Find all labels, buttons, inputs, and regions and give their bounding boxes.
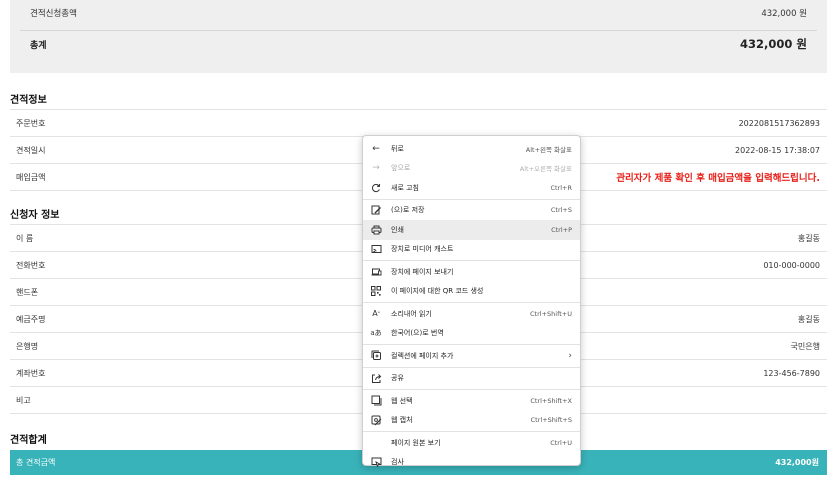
menu-item-label: 한국어(으)로 번역	[391, 329, 444, 338]
menu-item-label: 이 페이지에 대한 QR 코드 생성	[391, 287, 484, 296]
request-total-value: 432,000 원	[761, 9, 807, 19]
estimate-total-label: 총 견적금액	[16, 458, 56, 467]
menu-item-label: 장치에 페이지 보내기	[391, 267, 454, 276]
share-icon	[369, 372, 383, 384]
estimate-date-label: 견적일시	[16, 145, 46, 155]
account-holder-label: 예금주명	[16, 314, 46, 324]
estimate-date-value: 2022-08-15 17:38:07	[735, 145, 820, 155]
menu-item-label: 웹 캡처	[391, 416, 413, 425]
account-number-value: 123-456-7890	[763, 368, 820, 378]
menu-item-save-as[interactable]: (으)로 저장 Ctrl+S	[363, 201, 580, 221]
bank-name-label: 은행명	[16, 341, 39, 351]
translate-icon: aあ	[370, 329, 382, 338]
save-as-icon	[369, 204, 383, 216]
estimate-total-title: 견적합계	[10, 435, 47, 446]
menu-separator	[363, 431, 580, 432]
print-icon	[369, 224, 383, 236]
menu-item-forward[interactable]: → 앞으로 Alt+오른쪽 화살표	[363, 159, 580, 179]
memo-label: 비고	[16, 395, 31, 405]
menu-item-send-to-device[interactable]: 장치에 페이지 보내기	[363, 262, 580, 282]
menu-item-shortcut: Alt+오른쪽 화살표	[519, 165, 572, 174]
menu-separator	[363, 389, 580, 390]
qr-code-icon	[369, 285, 383, 297]
menu-item-label: 인쇄	[391, 225, 404, 234]
menu-item-add-to-collections[interactable]: 컬렉션에 페이지 추가 ›	[363, 346, 580, 366]
menu-item-label: 컬렉션에 페이지 추가	[391, 351, 454, 360]
estimate-total-value: 432,000원	[775, 458, 819, 467]
request-total-label: 견적신청총액	[30, 9, 77, 19]
menu-item-label: 소리내어 읽기	[391, 309, 432, 318]
account-holder-value: 홍길동	[797, 314, 820, 324]
menu-item-label: 검사	[391, 458, 404, 467]
menu-item-shortcut: Ctrl+R	[550, 183, 572, 192]
name-value: 홍길동	[797, 233, 820, 243]
blank-icon	[369, 437, 383, 449]
menu-separator	[363, 260, 580, 261]
phone-label: 전화번호	[16, 260, 46, 270]
summary-divider	[20, 30, 817, 31]
refresh-icon	[369, 182, 383, 194]
menu-item-print[interactable]: 인쇄 Ctrl+P	[363, 220, 580, 240]
account-number-label: 계좌번호	[16, 368, 46, 378]
grand-total-row: 총계 432,000 원	[30, 34, 807, 54]
grand-total-value: 432,000 원	[740, 37, 807, 51]
menu-item-web-capture[interactable]: 웹 캡처 Ctrl+Shift+S	[363, 411, 580, 431]
menu-item-read-aloud[interactable]: Aᵃ 소리내어 읽기 Ctrl+Shift+U	[363, 304, 580, 324]
menu-item-label: 공유	[391, 374, 404, 383]
request-total-row: 견적신청총액 432,000 원	[30, 0, 807, 26]
menu-item-cast[interactable]: 장치로 미디어 캐스트	[363, 240, 580, 260]
menu-item-translate[interactable]: aあ 한국어(으)로 번역	[363, 324, 580, 344]
name-label: 이 름	[16, 233, 34, 243]
purchase-amount-label: 매입금액	[16, 172, 46, 182]
table-row: 주문번호 2022081517362893	[10, 110, 827, 137]
menu-item-shortcut: Ctrl+S	[550, 206, 572, 215]
back-arrow-icon: ←	[372, 143, 380, 154]
bank-name-value: 국민은행	[790, 341, 820, 351]
menu-item-shortcut: Alt+왼쪽 화살표	[525, 145, 572, 154]
web-select-icon	[369, 395, 383, 407]
mobile-label: 핸드폰	[16, 287, 39, 297]
send-to-device-icon	[369, 266, 383, 278]
menu-item-label: 새로 고침	[391, 183, 419, 192]
forward-arrow-icon: →	[372, 163, 380, 174]
applicant-info-title: 신청자 정보	[10, 210, 60, 221]
menu-item-qr-code[interactable]: 이 페이지에 대한 QR 코드 생성	[363, 282, 580, 302]
menu-item-shortcut: Ctrl+Shift+U	[530, 309, 572, 318]
menu-item-shortcut: Ctrl+U	[550, 438, 572, 447]
menu-item-inspect[interactable]: 검사	[363, 453, 580, 473]
summary-box: 견적신청총액 432,000 원 총계 432,000 원	[10, 0, 827, 73]
menu-item-label: 페이지 원본 보기	[391, 438, 441, 447]
menu-separator	[363, 198, 580, 200]
menu-item-shortcut: Ctrl+P	[551, 225, 572, 234]
order-number-value: 2022081517362893	[738, 118, 820, 128]
menu-item-refresh[interactable]: 새로 고침 Ctrl+R	[363, 178, 580, 198]
collections-icon	[369, 350, 383, 362]
menu-item-label: 앞으로	[391, 164, 411, 173]
inspect-icon	[369, 456, 383, 468]
menu-separator	[363, 302, 580, 303]
menu-item-label: 뒤로	[391, 144, 404, 153]
menu-item-back[interactable]: ← 뒤로 Alt+왼쪽 화살표	[363, 139, 580, 159]
menu-item-label: 장치로 미디어 캐스트	[391, 245, 454, 254]
purchase-amount-notice: 관리자가 제품 확인 후 매입금액을 입력해드립니다.	[616, 173, 820, 184]
web-capture-icon	[369, 414, 383, 426]
read-aloud-icon: Aᵃ	[372, 309, 380, 319]
menu-item-label: (으)로 저장	[391, 206, 425, 215]
menu-item-web-select[interactable]: 웹 선택 Ctrl+Shift+X	[363, 391, 580, 411]
menu-separator	[363, 344, 580, 345]
order-number-label: 주문번호	[16, 118, 46, 128]
menu-separator	[363, 366, 580, 368]
estimate-info-title: 견적정보	[10, 95, 47, 106]
grand-total-label: 총계	[30, 40, 47, 51]
menu-item-shortcut: Ctrl+Shift+S	[530, 416, 572, 425]
chevron-right-icon: ›	[568, 350, 572, 361]
phone-value: 010-000-0000	[763, 260, 820, 270]
menu-item-share[interactable]: 공유	[363, 369, 580, 389]
menu-item-label: 웹 선택	[391, 396, 413, 405]
menu-item-shortcut: Ctrl+Shift+X	[530, 396, 572, 405]
menu-item-view-source[interactable]: 페이지 원본 보기 Ctrl+U	[363, 433, 580, 453]
context-menu: ← 뒤로 Alt+왼쪽 화살표 → 앞으로 Alt+오른쪽 화살표 새로 고침 …	[362, 135, 581, 468]
cast-icon	[369, 243, 383, 255]
